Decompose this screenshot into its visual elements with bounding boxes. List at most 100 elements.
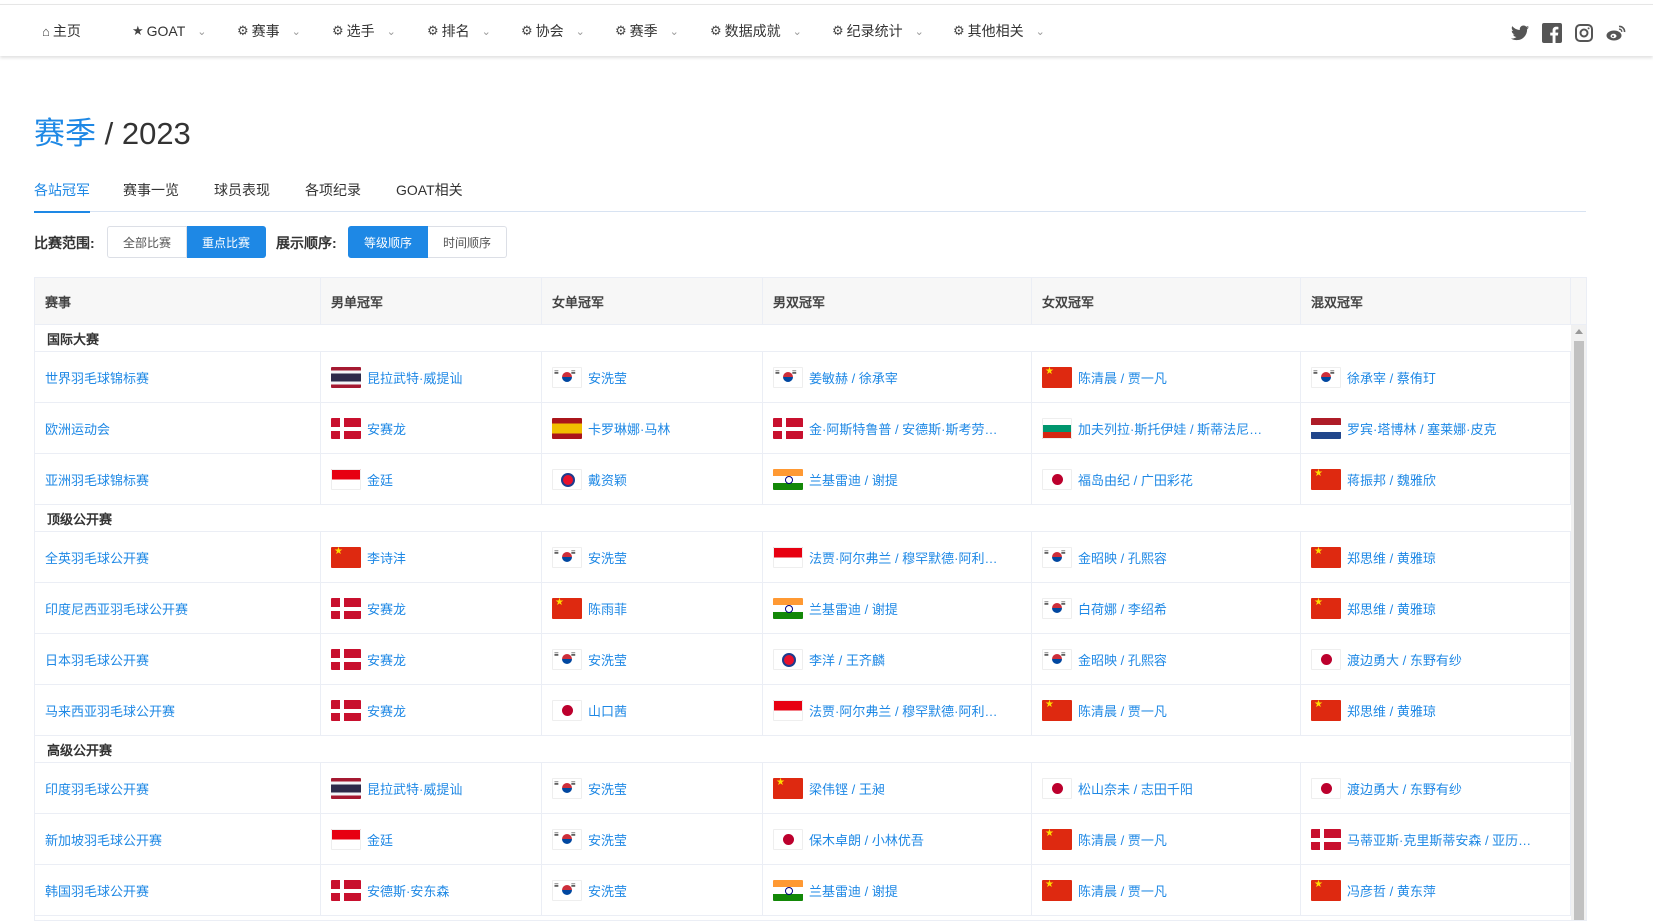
event-link[interactable]: 欧洲运动会 (45, 419, 110, 438)
nav-item-9[interactable]: ⚙ 其他相关 ⌄ (953, 5, 1045, 57)
range-option-0[interactable]: 全部比赛 (107, 226, 188, 258)
scrollbar-thumb[interactable] (1574, 341, 1584, 920)
scroll-up-arrow-icon[interactable] (1575, 329, 1583, 334)
champion-name-link[interactable]: 金廷 (367, 470, 393, 489)
champion-name-link[interactable]: 郑思维 / 黄雅琼 (1347, 701, 1436, 720)
range-option-1[interactable]: 重点比赛 (187, 226, 267, 258)
champion-name-link[interactable]: 马蒂亚斯·克里斯蒂安森 / 亚历… (1347, 830, 1531, 849)
champion-name-link[interactable]: 姜敏赫 / 徐承宰 (809, 368, 898, 387)
champion-name-link[interactable]: 安洗莹 (588, 881, 627, 900)
champion-name-link[interactable]: 渡边勇大 / 东野有纱 (1347, 650, 1462, 669)
champion-cell: 卡罗琳娜·马林 (542, 403, 763, 453)
chevron-down-icon: ⌄ (291, 25, 301, 38)
champion-name-link[interactable]: 保木卓朗 / 小林优吾 (809, 830, 924, 849)
tab-1[interactable]: 赛事一览 (123, 180, 179, 212)
twitter-icon[interactable] (1510, 23, 1530, 43)
champion-name-link[interactable]: 昆拉武特·威提讪 (367, 779, 462, 798)
event-link[interactable]: 印度尼西亚羽毛球公开赛 (45, 599, 188, 618)
champion-name-link[interactable]: 陈清晨 / 贾一凡 (1078, 368, 1167, 387)
champion-name-link[interactable]: 蒋振邦 / 魏雅欣 (1347, 470, 1436, 489)
champion-name-link[interactable]: 兰基雷迪 / 谢提 (809, 599, 898, 618)
champion-name-link[interactable]: 郑思维 / 黄雅琼 (1347, 548, 1436, 567)
champion-name-link[interactable]: 福岛由纪 / 广田彩花 (1078, 470, 1193, 489)
nav-item-1[interactable]: ★ GOAT ⌄ (132, 5, 207, 57)
chevron-down-icon: ⌄ (1035, 25, 1045, 38)
flag-kr-icon (552, 546, 582, 568)
champion-name-link[interactable]: 李洋 / 王齐麟 (809, 650, 885, 669)
event-link[interactable]: 全英羽毛球公开赛 (45, 548, 149, 567)
champion-name-link[interactable]: 金昭映 / 孔熙容 (1078, 548, 1167, 567)
champion-name-link[interactable]: 安德斯·安东森 (367, 881, 449, 900)
chevron-down-icon: ⌄ (792, 25, 802, 38)
page-title: 赛季 / 2023 (34, 108, 191, 153)
champion-name-link[interactable]: 徐承宰 / 蔡侑玎 (1347, 368, 1436, 387)
order-option-1[interactable]: 时间顺序 (428, 226, 508, 258)
weibo-icon[interactable] (1606, 23, 1626, 43)
champion-name-link[interactable]: 安洗莹 (588, 830, 627, 849)
champion-name-link[interactable]: 安赛龙 (367, 599, 406, 618)
tab-2[interactable]: 球员表现 (214, 180, 270, 212)
breadcrumb-link[interactable]: 赛季 (34, 116, 96, 151)
champion-name-link[interactable]: 陈清晨 / 贾一凡 (1078, 701, 1167, 720)
champion-name-link[interactable]: 陈雨菲 (588, 599, 627, 618)
champion-name-link[interactable]: 兰基雷迪 / 谢提 (809, 470, 898, 489)
nav-item-6[interactable]: ⚙ 赛季 ⌄ (615, 5, 679, 57)
champion-name-link[interactable]: 冯彦哲 / 黄东萍 (1347, 881, 1436, 900)
champion-name-link[interactable]: 金廷 (367, 830, 393, 849)
table-scrollbar[interactable] (1571, 325, 1586, 920)
champion-cell: 安洗莹 (542, 352, 763, 402)
champion-name-link[interactable]: 昆拉武特·威提讪 (367, 368, 462, 387)
champion-name-link[interactable]: 郑思维 / 黄雅琼 (1347, 599, 1436, 618)
champion-name-link[interactable]: 安洗莹 (588, 650, 627, 669)
facebook-icon[interactable] (1542, 23, 1562, 43)
event-link[interactable]: 日本羽毛球公开赛 (45, 650, 149, 669)
event-link[interactable]: 马来西亚羽毛球公开赛 (45, 701, 175, 720)
champion-name-link[interactable]: 金·阿斯特鲁普 / 安德斯·斯考劳… (809, 419, 998, 438)
event-link[interactable]: 世界羽毛球锦标赛 (45, 368, 149, 387)
champion-name-link[interactable]: 陈清晨 / 贾一凡 (1078, 830, 1167, 849)
champion-name-link[interactable]: 梁伟铿 / 王昶 (809, 779, 885, 798)
tab-3[interactable]: 各项纪录 (305, 180, 361, 212)
chevron-down-icon: ⌄ (197, 25, 207, 38)
champion-cell: 郑思维 / 黄雅琼 (1301, 532, 1571, 582)
flag-cn-icon (331, 546, 361, 568)
event-link[interactable]: 亚洲羽毛球锦标赛 (45, 470, 149, 489)
champion-name-link[interactable]: 法贾·阿尔弗兰 / 穆罕默德·阿利… (809, 701, 998, 720)
champion-name-link[interactable]: 李诗沣 (367, 548, 406, 567)
champion-name-link[interactable]: 安洗莹 (588, 548, 627, 567)
champion-name-link[interactable]: 白荷娜 / 李绍希 (1078, 599, 1167, 618)
nav-item-3[interactable]: ⚙ 选手 ⌄ (332, 5, 396, 57)
champion-name-link[interactable]: 山口茜 (588, 701, 627, 720)
champion-name-link[interactable]: 法贾·阿尔弗兰 / 穆罕默德·阿利… (809, 548, 998, 567)
champion-name-link[interactable]: 卡罗琳娜·马林 (588, 419, 670, 438)
champion-name-link[interactable]: 戴资颖 (588, 470, 627, 489)
event-link[interactable]: 新加坡羽毛球公开赛 (45, 830, 162, 849)
order-option-0[interactable]: 等级顺序 (348, 226, 429, 258)
champion-cell: 陈清晨 / 贾一凡 (1032, 352, 1301, 402)
nav-item-0[interactable]: ⌂ 主页 (42, 5, 81, 57)
champion-name-link[interactable]: 安赛龙 (367, 650, 406, 669)
champion-name-link[interactable]: 渡边勇大 / 东野有纱 (1347, 779, 1462, 798)
champion-name-link[interactable]: 陈清晨 / 贾一凡 (1078, 881, 1167, 900)
event-cell: 印度羽毛球公开赛 (35, 763, 321, 813)
instagram-icon[interactable] (1574, 23, 1594, 43)
champion-name-link[interactable]: 安洗莹 (588, 779, 627, 798)
nav-item-4[interactable]: ⚙ 排名 ⌄ (427, 5, 491, 57)
tab-4[interactable]: GOAT相关 (396, 180, 463, 212)
champion-cell: 福岛由纪 / 广田彩花 (1032, 454, 1301, 504)
champion-name-link[interactable]: 兰基雷迪 / 谢提 (809, 881, 898, 900)
nav-item-2[interactable]: ⚙ 赛事 ⌄ (237, 5, 301, 57)
champion-name-link[interactable]: 罗宾·塔博林 / 塞莱娜·皮克 (1347, 419, 1497, 438)
champion-name-link[interactable]: 金昭映 / 孔熙容 (1078, 650, 1167, 669)
champion-name-link[interactable]: 安洗莹 (588, 368, 627, 387)
champion-name-link[interactable]: 安赛龙 (367, 701, 406, 720)
champion-name-link[interactable]: 松山奈未 / 志田千阳 (1078, 779, 1193, 798)
nav-item-5[interactable]: ⚙ 协会 ⌄ (521, 5, 585, 57)
nav-item-7[interactable]: ⚙ 数据成就 ⌄ (710, 5, 802, 57)
event-link[interactable]: 韩国羽毛球公开赛 (45, 881, 149, 900)
champion-name-link[interactable]: 加夫列拉·斯托伊娃 / 斯蒂法尼… (1078, 419, 1262, 438)
nav-item-8[interactable]: ⚙ 纪录统计 ⌄ (832, 5, 924, 57)
champion-name-link[interactable]: 安赛龙 (367, 419, 406, 438)
tab-0[interactable]: 各站冠军 (34, 180, 90, 213)
event-link[interactable]: 印度羽毛球公开赛 (45, 779, 149, 798)
